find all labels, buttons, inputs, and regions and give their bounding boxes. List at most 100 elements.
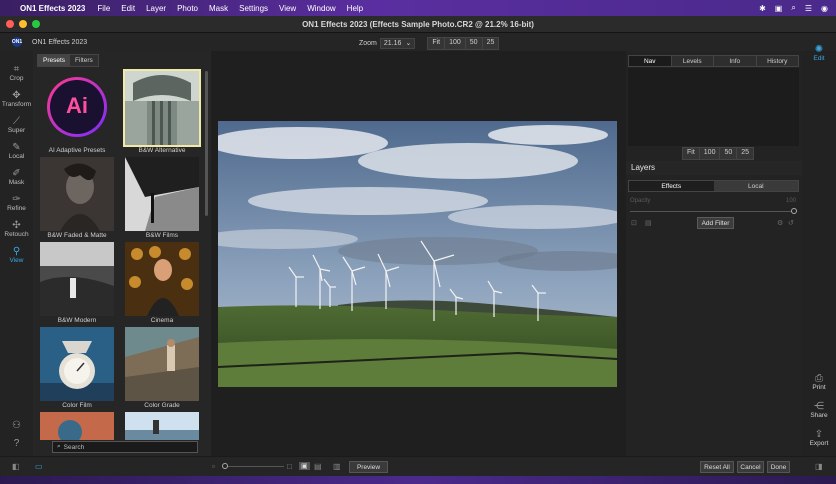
preset-bw-alternative[interactable] bbox=[123, 69, 201, 147]
edit-gear-icon: ✺ bbox=[814, 44, 824, 55]
module-edit[interactable]: ✺ Edit bbox=[802, 44, 836, 62]
right-panel: Nav Levels Info History Fit 100 50 25 La… bbox=[626, 51, 802, 456]
tab-local[interactable]: Local bbox=[713, 181, 798, 191]
zoom-window-button[interactable] bbox=[32, 20, 40, 28]
menu-settings[interactable]: Settings bbox=[239, 4, 268, 13]
export-icon: ⇪ bbox=[814, 429, 824, 440]
tool-local[interactable]: ✎ Local bbox=[0, 142, 33, 161]
menu-edit[interactable]: Edit bbox=[121, 4, 135, 13]
zoom-out-icon[interactable]: ▫ bbox=[212, 462, 215, 471]
settings-gear-icon[interactable]: ⚙ bbox=[777, 219, 783, 227]
compare-icon[interactable]: ▣ bbox=[299, 462, 310, 470]
menu-help[interactable]: Help bbox=[347, 4, 363, 13]
app-menu[interactable]: ON1 Effects 2023 bbox=[20, 4, 85, 13]
add-filter-button[interactable]: Add Filter bbox=[697, 217, 734, 229]
tool-mask[interactable]: ✐ Mask bbox=[0, 168, 33, 187]
reset-all-button[interactable]: Reset All bbox=[700, 461, 734, 473]
preset-color-film[interactable] bbox=[40, 327, 114, 401]
preview-button[interactable]: Preview bbox=[349, 461, 388, 473]
nav-zoom-50-button[interactable]: 50 bbox=[720, 148, 738, 159]
filmstrip-toggle-icon[interactable]: ▭ bbox=[35, 462, 43, 471]
mask-view-icon[interactable]: ▤ bbox=[314, 462, 322, 471]
window-titlebar: ON1 Effects 2023 (Effects Sample Photo.C… bbox=[0, 16, 836, 33]
zoom-slider[interactable] bbox=[222, 463, 284, 469]
layer-icon[interactable]: ▤ bbox=[645, 219, 652, 227]
tab-effects[interactable]: Effects bbox=[629, 181, 714, 191]
right-panel-toggle-icon[interactable]: ◨ bbox=[815, 462, 823, 471]
reset-icon[interactable]: ↺ bbox=[788, 219, 794, 227]
nav-zoom-buttons: Fit 100 50 25 bbox=[682, 147, 755, 160]
zoom-25-button[interactable]: 25 bbox=[482, 38, 499, 49]
zoom-fit-button[interactable]: Fit bbox=[428, 38, 446, 49]
control-center-icon[interactable]: ☰ bbox=[805, 4, 812, 13]
zoom-slider-knob[interactable] bbox=[222, 463, 228, 469]
split-view-icon[interactable]: ▥ bbox=[333, 462, 341, 471]
menu-photo[interactable]: Photo bbox=[177, 4, 198, 13]
menu-file[interactable]: File bbox=[97, 4, 110, 13]
menu-view[interactable]: View bbox=[279, 4, 296, 13]
help-icon[interactable]: ? bbox=[0, 439, 33, 449]
preset-color-grade[interactable] bbox=[125, 327, 199, 401]
mask-brush-icon: ✐ bbox=[12, 168, 21, 179]
menu-mask[interactable]: Mask bbox=[209, 4, 228, 13]
tool-retouch[interactable]: ✣ Retouch bbox=[0, 221, 33, 239]
tab-presets[interactable]: Presets bbox=[38, 55, 71, 66]
tool-crop[interactable]: ⌗ Crop bbox=[0, 65, 33, 83]
nav-zoom-100-button[interactable]: 100 bbox=[699, 148, 721, 159]
module-export[interactable]: ⇪ Export bbox=[802, 429, 836, 447]
tool-super[interactable]: ⟋ Super bbox=[0, 117, 33, 135]
search-icon: ⌕ bbox=[57, 443, 61, 450]
preset-bw-faded-matte[interactable] bbox=[40, 157, 114, 231]
right-tool-column: ✺ Edit ⎙ Print ⋲ Share ⇪ Export bbox=[802, 44, 836, 456]
zoom-value-select[interactable]: 21.16 ⌄ bbox=[379, 38, 416, 49]
tab-levels[interactable]: Levels bbox=[671, 56, 714, 66]
image-canvas[interactable] bbox=[211, 51, 626, 456]
zoom-in-icon[interactable]: □ bbox=[287, 462, 292, 471]
tab-info[interactable]: Info bbox=[714, 56, 757, 66]
tool-refine[interactable]: ✑ Refine bbox=[0, 195, 33, 213]
preset-bw-modern[interactable] bbox=[40, 242, 114, 316]
tool-transform[interactable]: ✥ Transform bbox=[0, 91, 33, 109]
bluetooth-icon[interactable]: ✱ bbox=[759, 4, 766, 13]
module-print[interactable]: ⎙ Print bbox=[802, 373, 836, 391]
tool-crop-label: Crop bbox=[9, 75, 24, 82]
minimize-window-button[interactable] bbox=[19, 20, 27, 28]
search-field[interactable]: ⌕ Search bbox=[52, 441, 198, 453]
preset-ai-adaptive[interactable]: Ai bbox=[40, 71, 114, 145]
module-share[interactable]: ⋲ Share bbox=[802, 401, 836, 419]
photo-wind-turbines[interactable] bbox=[218, 121, 617, 387]
preset-next-2[interactable] bbox=[125, 412, 199, 440]
search-icon[interactable]: ⌕ bbox=[791, 3, 795, 13]
menu-window[interactable]: Window bbox=[307, 4, 335, 13]
nav-zoom-25-button[interactable]: 25 bbox=[737, 148, 754, 159]
user-icon[interactable]: ⚇ bbox=[0, 421, 33, 431]
zoom-label: Zoom bbox=[359, 40, 377, 47]
preset-cinema[interactable] bbox=[125, 242, 199, 316]
opacity-slider[interactable] bbox=[630, 208, 797, 214]
siri-icon[interactable]: ◉ bbox=[821, 4, 828, 13]
menu-layer[interactable]: Layer bbox=[146, 4, 166, 13]
bw-films-thumbnail bbox=[125, 157, 199, 231]
done-button[interactable]: Done bbox=[767, 461, 790, 473]
close-window-button[interactable] bbox=[6, 20, 14, 28]
brush-icon: ✎ bbox=[12, 142, 21, 153]
bw-faded-thumbnail bbox=[40, 157, 114, 231]
zoom-100-button[interactable]: 100 bbox=[445, 38, 466, 49]
screen-icon[interactable]: ▣ bbox=[775, 4, 783, 13]
opacity-slider-knob[interactable] bbox=[791, 208, 797, 214]
tab-history[interactable]: History bbox=[756, 56, 798, 66]
presets-scrollbar[interactable] bbox=[205, 71, 208, 216]
preset-next-1[interactable] bbox=[40, 412, 114, 440]
preset-label-color-grade: Color Grade bbox=[144, 402, 180, 409]
nav-zoom-fit-button[interactable]: Fit bbox=[683, 148, 700, 159]
preset-bw-films[interactable] bbox=[125, 157, 199, 231]
brand: ON1 ON1 Effects 2023 bbox=[12, 37, 87, 47]
left-panel-toggle-icon[interactable]: ◧ bbox=[12, 462, 20, 471]
cancel-button[interactable]: Cancel bbox=[737, 461, 764, 473]
zoom-50-button[interactable]: 50 bbox=[465, 38, 483, 49]
navigator-preview[interactable] bbox=[628, 68, 799, 146]
tool-view[interactable]: ⚲ View bbox=[0, 247, 33, 265]
tab-nav[interactable]: Nav bbox=[629, 56, 672, 66]
mask-icon[interactable]: ⊡ bbox=[631, 219, 637, 227]
tab-filters[interactable]: Filters bbox=[70, 55, 98, 66]
